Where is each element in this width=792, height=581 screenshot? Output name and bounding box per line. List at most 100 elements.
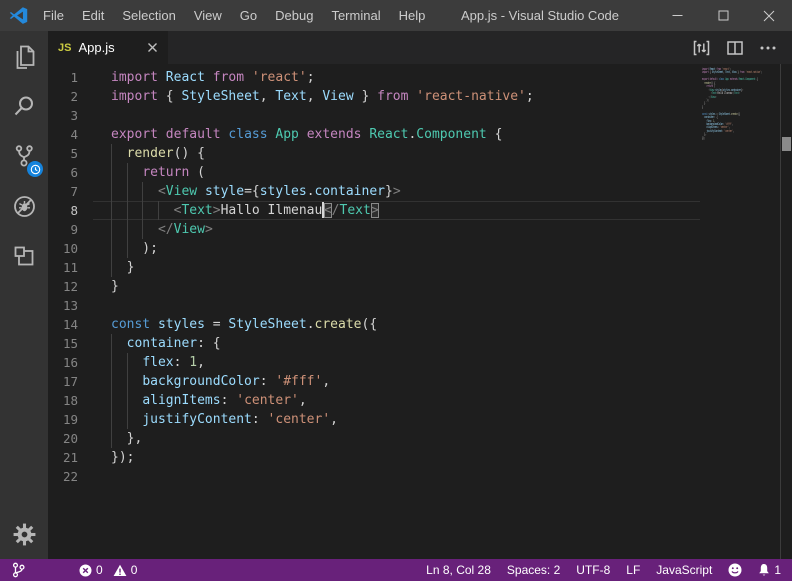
code-line[interactable]: 6 return ( — [48, 163, 792, 182]
line-number[interactable]: 20 — [48, 429, 93, 448]
tab-appjs[interactable]: JS App.js — [48, 31, 168, 64]
search-icon[interactable] — [0, 81, 48, 131]
code-line-text: const styles = StyleSheet.create({ — [93, 315, 781, 334]
menu-item-debug[interactable]: Debug — [266, 0, 322, 31]
code-line[interactable]: 18 alignItems: 'center', — [48, 391, 792, 410]
indent-guide — [111, 144, 112, 163]
line-number[interactable]: 13 — [48, 296, 93, 315]
line-number[interactable]: 8 — [48, 201, 93, 220]
source-control-icon[interactable] — [0, 131, 48, 181]
code-line-text: alignItems: 'center', — [93, 391, 781, 410]
code-line[interactable]: 20 }, — [48, 429, 792, 448]
more-actions-icon[interactable] — [760, 46, 776, 50]
code-line-text — [93, 106, 781, 125]
line-number[interactable]: 12 — [48, 277, 93, 296]
code-line-text: backgroundColor: '#fff', — [93, 372, 781, 391]
code-editor[interactable]: 1import React from 'react';2import { Sty… — [48, 64, 792, 559]
code-line-text: }); — [93, 448, 781, 467]
overview-ruler[interactable] — [780, 64, 792, 559]
line-number[interactable]: 21 — [48, 448, 93, 467]
explorer-icon[interactable] — [0, 31, 48, 81]
code-line[interactable]: 9 </View> — [48, 220, 792, 239]
language-mode[interactable]: JavaScript — [656, 563, 712, 577]
open-changes-icon[interactable] — [693, 40, 710, 56]
code-line[interactable]: 17 backgroundColor: '#fff', — [48, 372, 792, 391]
eol-sequence[interactable]: LF — [626, 563, 640, 577]
settings-gear-icon[interactable] — [0, 509, 48, 559]
indent-guide — [127, 391, 128, 410]
code-line[interactable]: 14const styles = StyleSheet.create({ — [48, 315, 792, 334]
indent-guide — [111, 182, 112, 201]
code-line[interactable]: 2import { StyleSheet, Text, View } from … — [48, 87, 792, 106]
menu-item-help[interactable]: Help — [390, 0, 435, 31]
maximize-icon[interactable] — [700, 0, 746, 31]
line-number[interactable]: 10 — [48, 239, 93, 258]
menu-item-terminal[interactable]: Terminal — [322, 0, 389, 31]
code-line[interactable]: 16 flex: 1, — [48, 353, 792, 372]
close-icon[interactable] — [746, 0, 792, 31]
code-line[interactable]: 11 } — [48, 258, 792, 277]
code-line[interactable]: 1import React from 'react'; — [48, 68, 792, 87]
debug-icon[interactable] — [0, 181, 48, 231]
line-number[interactable]: 19 — [48, 410, 93, 429]
notification-count: 1 — [774, 563, 781, 577]
line-number[interactable]: 1 — [48, 68, 93, 87]
line-number[interactable]: 5 — [48, 144, 93, 163]
line-number[interactable]: 4 — [48, 125, 93, 144]
code-line[interactable]: 15 container: { — [48, 334, 792, 353]
code-line-text: }, — [93, 429, 781, 448]
line-number[interactable]: 11 — [48, 258, 93, 277]
line-number[interactable]: 16 — [48, 353, 93, 372]
line-number[interactable]: 18 — [48, 391, 93, 410]
code-line-text: import { StyleSheet, Text, View } from '… — [93, 87, 781, 106]
code-line[interactable]: 19 justifyContent: 'center', — [48, 410, 792, 429]
indent-guide — [127, 353, 128, 372]
window-title: App.js - Visual Studio Code — [461, 8, 619, 23]
line-number[interactable]: 7 — [48, 182, 93, 201]
indent-guide — [111, 391, 112, 410]
indent-guide — [111, 258, 112, 277]
line-number[interactable]: 17 — [48, 372, 93, 391]
line-number[interactable]: 15 — [48, 334, 93, 353]
indent-guide — [158, 201, 159, 220]
tab-bar: JS App.js — [48, 31, 792, 64]
error-icon — [79, 564, 92, 577]
code-line[interactable]: 12} — [48, 277, 792, 296]
minimap[interactable]: import React from 'react';import { Style… — [700, 64, 781, 559]
menu-item-go[interactable]: Go — [231, 0, 266, 31]
code-line[interactable]: 3 — [48, 106, 792, 125]
code-line[interactable]: 5 render() { — [48, 144, 792, 163]
extensions-icon[interactable] — [0, 231, 48, 281]
notifications-bell[interactable]: 1 — [758, 563, 781, 578]
minimize-icon[interactable] — [654, 0, 700, 31]
line-number[interactable]: 14 — [48, 315, 93, 334]
line-number[interactable]: 3 — [48, 106, 93, 125]
line-number[interactable]: 6 — [48, 163, 93, 182]
menu-item-file[interactable]: File — [34, 0, 73, 31]
window-controls — [654, 0, 792, 31]
code-line[interactable]: 21}); — [48, 448, 792, 467]
menu-item-selection[interactable]: Selection — [113, 0, 184, 31]
code-line[interactable]: 22 — [48, 467, 792, 486]
status-bar: 0 0 Ln 8, Col 28 Spaces: 2 UTF-8 LF Java… — [0, 559, 792, 581]
cursor-position[interactable]: Ln 8, Col 28 — [426, 563, 491, 577]
code-line-text: container: { — [93, 334, 781, 353]
indentation[interactable]: Spaces: 2 — [507, 563, 560, 577]
menu-item-view[interactable]: View — [185, 0, 231, 31]
feedback-smiley-icon[interactable] — [728, 563, 742, 577]
code-line-text: <View style={styles.container}> — [93, 182, 781, 201]
code-line[interactable]: 10 ); — [48, 239, 792, 258]
encoding[interactable]: UTF-8 — [576, 563, 610, 577]
line-number[interactable]: 22 — [48, 467, 93, 486]
code-line[interactable]: 13 — [48, 296, 792, 315]
tab-close-icon[interactable] — [147, 42, 158, 53]
code-line[interactable]: 7 <View style={styles.container}> — [48, 182, 792, 201]
menu-item-edit[interactable]: Edit — [73, 0, 113, 31]
split-editor-icon[interactable] — [727, 41, 743, 55]
code-line[interactable]: 4export default class App extends React.… — [48, 125, 792, 144]
git-branch-icon[interactable] — [12, 562, 25, 578]
line-number[interactable]: 2 — [48, 87, 93, 106]
problems-indicator[interactable]: 0 0 — [79, 563, 137, 577]
code-line[interactable]: 8 <Text>Hallo Ilmenau</Text> — [48, 201, 792, 220]
line-number[interactable]: 9 — [48, 220, 93, 239]
